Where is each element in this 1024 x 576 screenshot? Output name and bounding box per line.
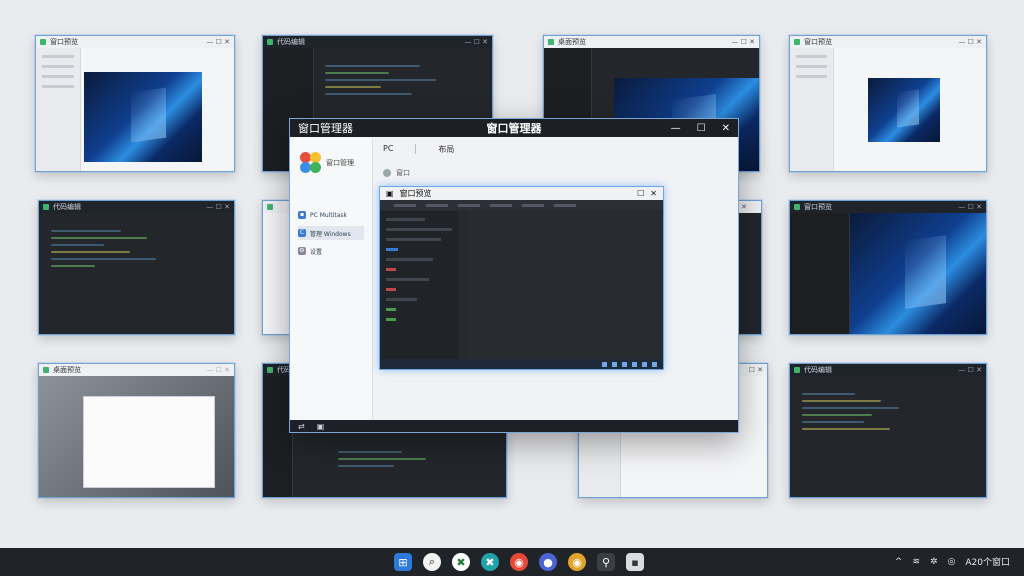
sidebar-item-label: PC Multitask: [310, 211, 348, 219]
window-controls: — ☐ ✕: [958, 38, 982, 46]
chrome-icon[interactable]: ◉: [510, 553, 528, 571]
thumbnail-title: 桌面预览: [558, 38, 586, 46]
titlebar-left-title: 窗口管理器: [298, 122, 353, 135]
desktop-preview: [868, 78, 940, 142]
xbox-icon[interactable]: ✖: [452, 553, 470, 571]
subheader: 窗口: [383, 168, 410, 178]
app-icon: [548, 39, 554, 45]
window-controls: — ☐ ✕: [464, 38, 488, 46]
subheader-label: 窗口: [396, 169, 410, 177]
desktop-icon[interactable]: ▪: [626, 553, 644, 571]
desktop-preview: [850, 213, 986, 334]
maximize-button[interactable]: ☐: [637, 189, 644, 198]
window-thumbnail[interactable]: 窗口预览 — ☐ ✕: [35, 35, 235, 172]
sidebar-item-settings[interactable]: ⚙ 设置: [298, 244, 364, 258]
pc-icon: ▪: [298, 211, 306, 219]
thumbnail-title: 代码编辑: [277, 38, 305, 46]
app-icon: [43, 367, 49, 373]
preview-titlebar: ▣ 窗口预览 ☐ ✕: [380, 187, 663, 200]
thumbnail-title: 代码编辑: [804, 366, 832, 374]
system-tray: ^ ≋ ✲ ◎ A20个窗口: [895, 555, 1010, 569]
app-icon: [794, 204, 800, 210]
preview-file-tree: [380, 211, 459, 359]
dialog-footer: ⇄ ▣: [290, 420, 738, 432]
titlebar: 窗口管理器 窗口管理器 — ☐ ✕: [290, 119, 738, 137]
desktop-preview: [84, 72, 202, 162]
code-lines: [51, 225, 226, 272]
app-icon: [267, 39, 273, 45]
dialog-preview: [83, 396, 215, 488]
wifi-icon[interactable]: ≋: [912, 557, 920, 567]
clock-icon: ◎: [947, 556, 956, 567]
app-icon: [267, 204, 273, 210]
sidebar-item-pc[interactable]: ▪ PC Multitask: [298, 208, 364, 222]
taskbar-apps: ⊞ ⌕ ✖ ✖ ◉ ● ◉ ⚲ ▪: [394, 553, 644, 571]
tab-bar: PC 布局: [383, 144, 454, 155]
thumbnail-title: 桌面预览: [53, 366, 81, 374]
code-lines: [338, 446, 498, 472]
chevron-up-icon[interactable]: ^: [895, 557, 903, 567]
gear-icon: ⚙: [298, 247, 306, 255]
task-view-icon[interactable]: ⚲: [597, 553, 615, 571]
layout-icon[interactable]: ⇄: [298, 422, 305, 431]
window-controls: — ☐ ✕: [206, 203, 230, 211]
thumbnail-title: 窗口预览: [50, 38, 78, 46]
tab-pc[interactable]: PC: [383, 144, 393, 155]
brand-label: 窗口管理: [326, 159, 354, 167]
sidebar-item-windows[interactable]: C 管理 Windows: [298, 226, 364, 240]
windows-icon: C: [298, 229, 306, 237]
close-button[interactable]: ✕: [650, 189, 657, 198]
window-thumbnail[interactable]: 代码编辑 — ☐ ✕: [789, 363, 987, 498]
thumbnail-title: 代码编辑: [53, 203, 81, 211]
preview-window[interactable]: ▣ 窗口预览 ☐ ✕: [379, 186, 664, 370]
app-icon: [267, 367, 273, 373]
maximize-button[interactable]: ☐: [697, 123, 706, 134]
settings-icon[interactable]: ✲: [930, 557, 938, 567]
window-controls: — ☐ ✕: [206, 366, 230, 374]
preview-app-icon: ▣: [386, 189, 394, 198]
code-lines: [325, 60, 484, 100]
sidebar: 窗口管理 ▪ PC Multitask C 管理 Windows ⚙ 设置: [290, 138, 373, 420]
window-controls: — ☐ ✕: [958, 203, 982, 211]
app-icon: [43, 204, 49, 210]
window-thumbnail[interactable]: 桌面预览 — ☐ ✕: [38, 363, 235, 498]
window-controls: ☐ ✕: [748, 366, 763, 374]
sidebar-item-label: 设置: [310, 248, 323, 256]
window-thumbnail[interactable]: 代码编辑 — ☐ ✕: [38, 200, 235, 335]
app-icon: [794, 39, 800, 45]
start-icon[interactable]: ⊞: [394, 553, 412, 571]
edge-icon[interactable]: ✖: [481, 553, 499, 571]
preview-title: 窗口预览: [399, 189, 432, 198]
snap-icon[interactable]: ▣: [317, 422, 325, 431]
window-thumbnail[interactable]: [262, 200, 292, 335]
window-controls: — ☐ ✕: [958, 366, 982, 374]
search-icon[interactable]: ⌕: [423, 553, 441, 571]
clock-text[interactable]: A20个窗口: [965, 555, 1010, 568]
window-controls: — ☐ ✕: [731, 38, 755, 46]
app-icon: [40, 39, 46, 45]
app-icon: [794, 367, 800, 373]
tab-layout[interactable]: 布局: [438, 144, 454, 155]
minimize-button[interactable]: —: [671, 123, 681, 134]
teams-icon[interactable]: ●: [539, 553, 557, 571]
preview-menubar: [380, 200, 663, 210]
window-thumbnail[interactable]: 窗口预览 — ☐ ✕: [789, 200, 987, 335]
app-logo-icon: [300, 152, 322, 174]
window-thumbnail[interactable]: 窗口预览 — ☐ ✕: [789, 35, 987, 172]
window-icon: [383, 169, 391, 177]
window-controls: — ☐ ✕: [206, 38, 230, 46]
close-button[interactable]: ✕: [722, 123, 730, 134]
window-thumbnail[interactable]: ✕: [736, 200, 762, 335]
preview-statusbar: [380, 359, 663, 369]
taskbar: ⊞ ⌕ ✖ ✖ ◉ ● ◉ ⚲ ▪ ^ ≋ ✲ ◎ A20个窗口: [0, 548, 1024, 576]
thumbnail-title: 窗口预览: [804, 203, 832, 211]
window-title: 窗口管理器: [486, 122, 542, 135]
code-lines: [802, 388, 978, 435]
sidebar-item-label: 管理 Windows: [310, 230, 351, 238]
thumbnail-title: 窗口预览: [804, 38, 832, 46]
chrome-canary-icon[interactable]: ◉: [568, 553, 586, 571]
